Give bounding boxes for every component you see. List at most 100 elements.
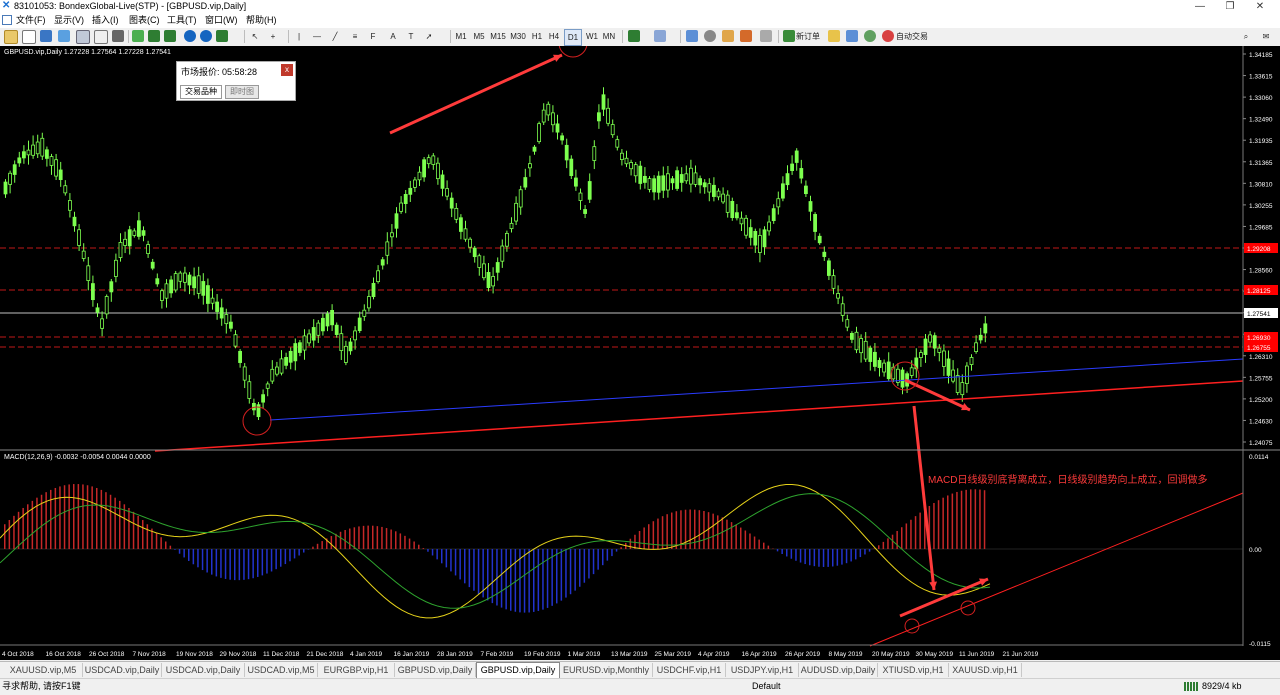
macd-histogram-bar xyxy=(183,549,185,557)
tab-tick-chart[interactable]: 即时图 xyxy=(225,85,259,99)
candle xyxy=(496,263,499,273)
chart-tab[interactable]: EURGBP.vip,H1 xyxy=(318,663,395,677)
tester-icon[interactable] xyxy=(112,30,124,42)
menu-file[interactable]: 文件(F) xyxy=(16,13,46,28)
data-window-icon[interactable] xyxy=(58,30,70,42)
market-watch-close-button[interactable]: x xyxy=(281,64,293,76)
chart-shift-icon[interactable] xyxy=(686,30,698,42)
macd-histogram-bar xyxy=(777,549,779,551)
auto-trading-button[interactable]: 自动交易 xyxy=(896,29,932,44)
maximize-button[interactable]: ❐ xyxy=(1218,0,1242,13)
auto-trading-icon[interactable] xyxy=(882,30,894,42)
profiles-icon[interactable] xyxy=(22,30,36,44)
candle xyxy=(206,286,209,304)
tf-m15[interactable]: M15 xyxy=(489,29,507,44)
chart-tab[interactable]: USDJPY.vip,H1 xyxy=(726,663,799,677)
market-icon[interactable] xyxy=(864,30,876,42)
menu-insert[interactable]: 插入(I) xyxy=(92,13,119,28)
tf-m1[interactable]: M1 xyxy=(453,29,469,44)
date-label: 1 Mar 2019 xyxy=(568,651,601,658)
templates-icon[interactable] xyxy=(654,30,666,42)
indicators-icon[interactable] xyxy=(628,30,640,42)
chart-window[interactable]: 1.341851.336151.330601.324901.319351.313… xyxy=(0,46,1280,660)
menu-window[interactable]: 窗口(W) xyxy=(205,13,238,28)
macd-histogram-bar xyxy=(735,525,737,549)
macd-histogram-bar xyxy=(73,484,75,549)
macd-histogram-bar xyxy=(524,549,526,613)
new-chart-icon[interactable] xyxy=(4,30,18,44)
tile-windows-icon[interactable] xyxy=(216,30,228,42)
macd-histogram-bar xyxy=(354,527,356,549)
menu-help[interactable]: 帮助(H) xyxy=(246,13,277,28)
cursor-icon[interactable]: ↖ xyxy=(250,29,260,44)
minimize-button[interactable]: — xyxy=(1188,0,1212,13)
label-icon[interactable]: T xyxy=(406,29,416,44)
chart-tab[interactable]: USDCAD.vip,Daily xyxy=(162,663,245,677)
print-icon[interactable] xyxy=(760,30,772,42)
candle xyxy=(459,218,462,232)
fibonacci-icon[interactable]: F xyxy=(368,29,378,44)
tf-m30[interactable]: M30 xyxy=(509,29,527,44)
candle xyxy=(409,188,412,194)
chart-tab[interactable]: GBPUSD.vip,Daily xyxy=(395,663,476,677)
zoom-in-icon[interactable] xyxy=(184,30,196,42)
tf-m5[interactable]: M5 xyxy=(471,29,487,44)
chart-tab[interactable]: XTIUSD.vip,H1 xyxy=(878,663,949,677)
chart-tab-active[interactable]: GBPUSD.vip,Daily xyxy=(476,662,560,679)
macd-label: 0.00 xyxy=(1249,547,1262,554)
channel-icon[interactable]: ≡ xyxy=(350,29,360,44)
candle xyxy=(685,174,688,181)
autoscroll-icon[interactable] xyxy=(704,30,716,42)
new-order-button[interactable]: 新订单 xyxy=(796,29,822,44)
tf-w1[interactable]: W1 xyxy=(585,29,599,44)
trendline-icon[interactable]: ╱ xyxy=(330,29,340,44)
tf-d1[interactable]: D1 xyxy=(564,29,582,46)
market-watch-icon[interactable] xyxy=(40,30,52,42)
macd-histogram-bar xyxy=(565,549,567,598)
price-chart[interactable]: 1.341851.336151.330601.324901.319351.313… xyxy=(0,46,1280,660)
macd-histogram-bar xyxy=(160,537,162,549)
line-chart-icon[interactable] xyxy=(164,30,176,42)
macd-histogram-bar xyxy=(832,549,834,566)
macd-info: MACD(12,26,9) -0.0032 -0.0054 0.0044 0.0… xyxy=(4,454,151,461)
candle xyxy=(381,260,384,265)
tf-mn[interactable]: MN xyxy=(602,29,616,44)
signals-icon[interactable] xyxy=(846,30,858,42)
chat-icon[interactable]: ✉ xyxy=(1258,29,1274,44)
crosshair-icon[interactable]: + xyxy=(268,29,278,44)
chart-tab[interactable]: AUDUSD.vip,Daily xyxy=(799,663,878,677)
chart-tab[interactable]: USDCAD.vip,M5 xyxy=(245,663,318,677)
period-sep-icon[interactable] xyxy=(740,30,752,42)
chart-tab[interactable]: USDCAD.vip,Daily xyxy=(83,663,162,677)
horizontal-line-icon[interactable]: — xyxy=(312,29,322,44)
search-icon[interactable]: ⌕ xyxy=(1240,29,1252,44)
metaeditor-icon[interactable] xyxy=(828,30,840,42)
menu-view[interactable]: 显示(V) xyxy=(54,13,84,28)
tab-symbols[interactable]: 交易品种 xyxy=(180,85,222,99)
candle xyxy=(469,239,472,247)
chart-tab[interactable]: USDCHF.vip,H1 xyxy=(653,663,726,677)
chart-tab[interactable]: XAUUSD.vip,M5 xyxy=(4,663,83,677)
menu-chart[interactable]: 图表(C) xyxy=(129,13,160,28)
vertical-line-icon[interactable]: | xyxy=(294,29,304,44)
bar-chart-icon[interactable] xyxy=(132,30,144,42)
candlestick-icon[interactable] xyxy=(148,30,160,42)
chart-tab[interactable]: EURUSD.vip,Monthly xyxy=(560,663,653,677)
tf-h4[interactable]: H4 xyxy=(547,29,561,44)
close-button[interactable]: ✕ xyxy=(1248,0,1272,13)
grid-icon[interactable] xyxy=(722,30,734,42)
macd-histogram-bar xyxy=(9,520,11,549)
menu-tools[interactable]: 工具(T) xyxy=(167,13,197,28)
text-icon[interactable]: A xyxy=(388,29,398,44)
zoom-out-icon[interactable] xyxy=(200,30,212,42)
arrow-icon[interactable]: ➚ xyxy=(424,29,434,44)
tf-h1[interactable]: H1 xyxy=(530,29,544,44)
market-watch-window[interactable]: 市场报价: 05:58:28 x 交易品种 即时图 xyxy=(176,61,296,101)
candle xyxy=(395,214,398,229)
candle xyxy=(487,272,490,287)
candle xyxy=(712,185,715,196)
navigator-icon[interactable] xyxy=(76,30,90,44)
chart-tab[interactable]: XAUUSD.vip,H1 xyxy=(949,663,1022,677)
new-order-icon[interactable] xyxy=(783,30,795,42)
terminal-icon[interactable] xyxy=(94,30,108,44)
